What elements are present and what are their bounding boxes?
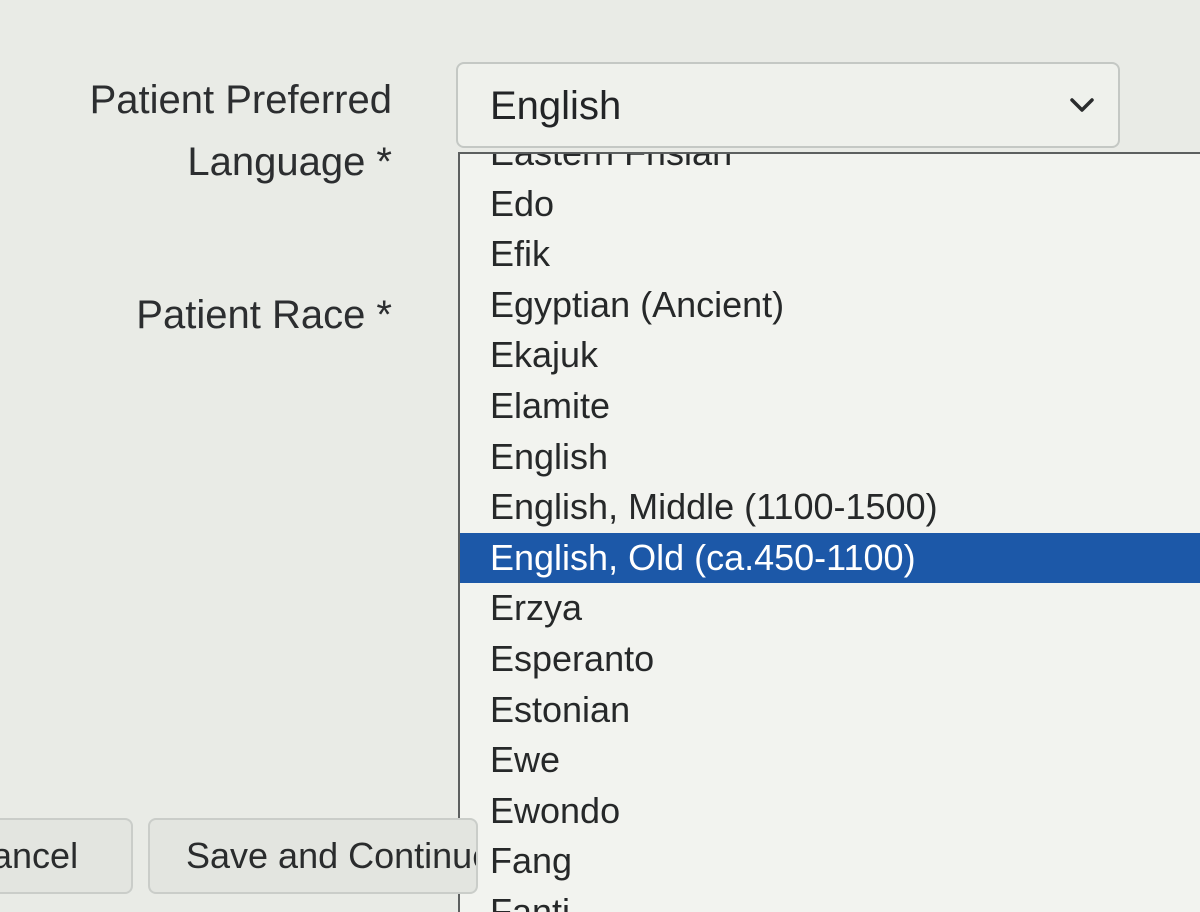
language-option[interactable]: Elamite	[460, 381, 1200, 432]
language-options: Eastern Frisian Edo Efik Egyptian (Ancient)…	[460, 154, 1200, 912]
race-field-label: Patient Race *	[136, 293, 392, 337]
language-option[interactable]: Eastern Frisian	[460, 154, 1200, 179]
save-and-continue-button[interactable]: Save and Continue	[148, 818, 478, 894]
preferred-language-select[interactable]: English	[456, 62, 1120, 148]
cancel-button-label: Cancel	[0, 835, 79, 876]
language-option[interactable]: English, Middle (1100-1500)	[460, 482, 1200, 533]
language-field-label: Patient Preferred	[89, 78, 392, 122]
language-option[interactable]: Esperanto	[460, 634, 1200, 685]
chevron-down-icon	[1070, 98, 1094, 112]
language-option[interactable]: Ekajuk	[460, 330, 1200, 381]
language-option[interactable]: Erzya	[460, 583, 1200, 634]
language-option[interactable]: Fang	[460, 836, 1200, 887]
language-option[interactable]: English, Old (ca.450-1100)	[460, 532, 1200, 584]
language-option[interactable]: Ewe	[460, 735, 1200, 786]
language-dropdown-list[interactable]: Eastern Frisian Edo Efik Egyptian (Ancient)…	[458, 152, 1200, 912]
language-field-label-required: Language *	[187, 140, 392, 184]
language-option[interactable]: Fanti	[460, 887, 1200, 912]
save-button-label: Save and Continue	[186, 835, 478, 876]
cancel-button[interactable]: Cancel	[0, 818, 133, 894]
language-option[interactable]: Estonian	[460, 685, 1200, 736]
language-option[interactable]: Efik	[460, 229, 1200, 280]
language-option[interactable]: Edo	[460, 179, 1200, 230]
language-option[interactable]: Egyptian (Ancient)	[460, 280, 1200, 331]
language-option[interactable]: Ewondo	[460, 786, 1200, 837]
preferred-language-value: English	[490, 84, 622, 128]
language-option[interactable]: English	[460, 432, 1200, 483]
